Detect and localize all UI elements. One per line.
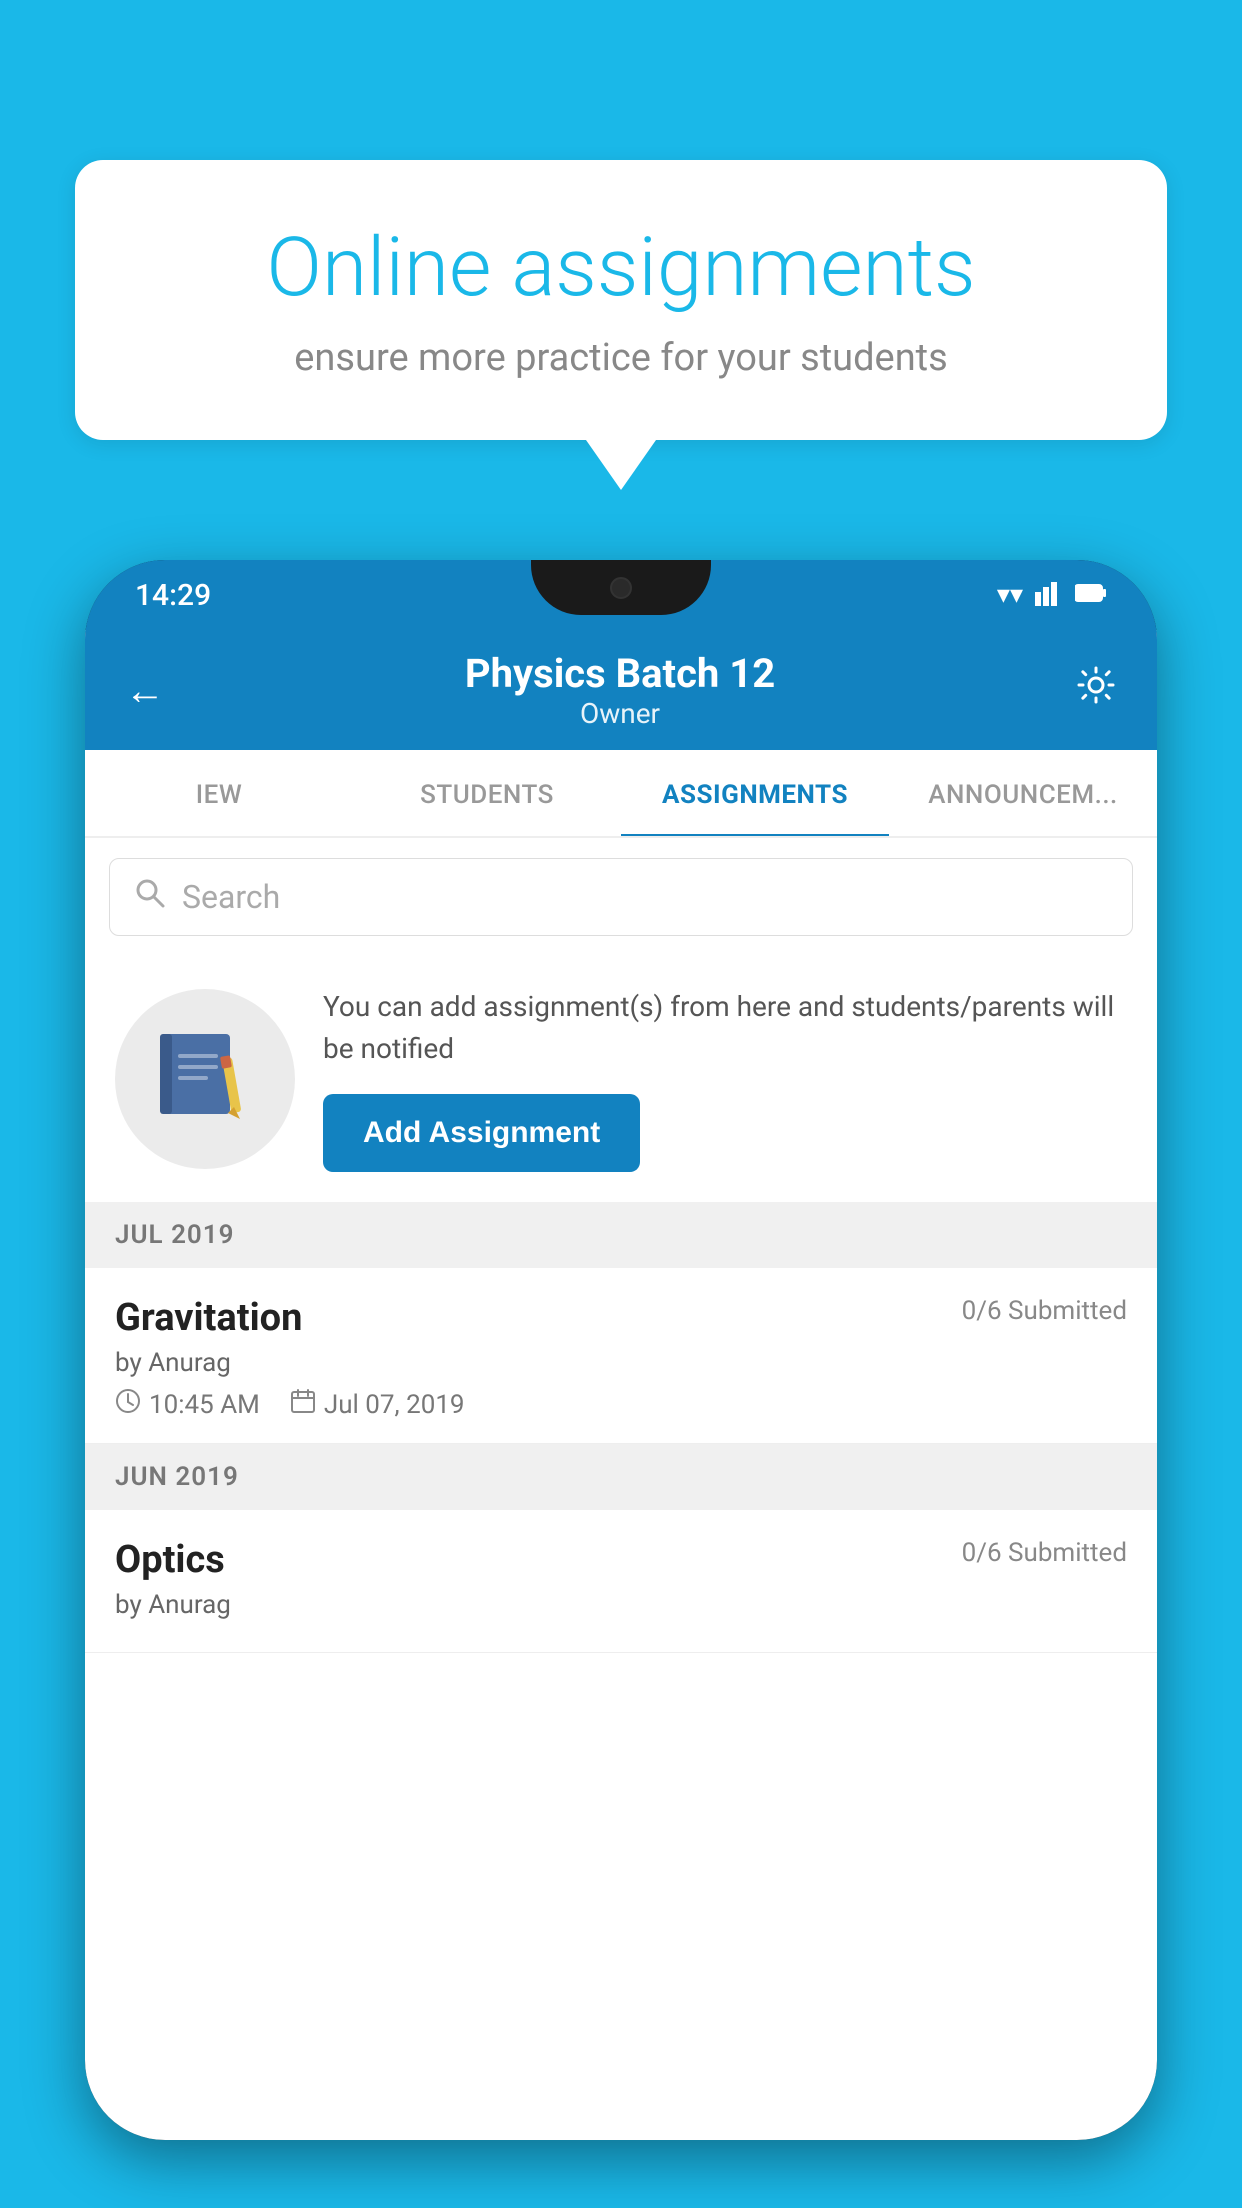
assignment-gravitation[interactable]: Gravitation 0/6 Submitted by Anurag bbox=[85, 1268, 1157, 1444]
status-bar: 14:29 ▾▾ bbox=[85, 560, 1157, 630]
section-jun-2019: JUN 2019 bbox=[85, 1444, 1157, 1510]
assignment-gravitation-date: Jul 07, 2019 bbox=[290, 1388, 465, 1421]
assignment-optics-header: Optics 0/6 Submitted bbox=[115, 1538, 1127, 1582]
bubble-tail bbox=[586, 440, 656, 490]
bubble-title: Online assignments bbox=[155, 220, 1087, 316]
status-time: 14:29 bbox=[135, 578, 211, 613]
tab-iew[interactable]: IEW bbox=[85, 750, 353, 836]
assignment-optics-submitted: 0/6 Submitted bbox=[962, 1538, 1127, 1568]
tab-announcements[interactable]: ANNOUNCEM... bbox=[889, 750, 1157, 836]
signal-icon bbox=[1035, 578, 1063, 613]
section-jul-2019: JUL 2019 bbox=[85, 1202, 1157, 1268]
assignment-gravitation-time: 10:45 AM bbox=[115, 1388, 260, 1421]
wifi-icon: ▾▾ bbox=[997, 580, 1023, 610]
phone-notch bbox=[531, 560, 711, 615]
gravitation-time-value: 10:45 AM bbox=[149, 1390, 260, 1420]
search-container: Search bbox=[85, 838, 1157, 956]
promo-card: You can add assignment(s) from here and … bbox=[85, 956, 1157, 1202]
assignment-optics-author: by Anurag bbox=[115, 1590, 1127, 1620]
assignment-gravitation-title: Gravitation bbox=[115, 1296, 302, 1340]
clock-icon bbox=[115, 1388, 141, 1421]
add-assignment-button[interactable]: Add Assignment bbox=[323, 1094, 640, 1172]
promo-bubble: Online assignments ensure more practice … bbox=[75, 160, 1167, 490]
settings-button[interactable] bbox=[1075, 664, 1117, 716]
front-camera bbox=[610, 577, 632, 599]
header-title: Physics Batch 12 bbox=[165, 650, 1075, 697]
assignment-gravitation-author: by Anurag bbox=[115, 1348, 1127, 1378]
search-placeholder-text: Search bbox=[182, 878, 280, 916]
tab-assignments[interactable]: ASSIGNMENTS bbox=[621, 750, 889, 836]
section-label-jul: JUL 2019 bbox=[115, 1220, 235, 1250]
header-title-wrap: Physics Batch 12 Owner bbox=[165, 650, 1075, 730]
status-icons: ▾▾ bbox=[997, 578, 1107, 613]
promo-text: You can add assignment(s) from here and … bbox=[323, 986, 1127, 1172]
calendar-icon bbox=[290, 1388, 316, 1421]
bubble-subtitle: ensure more practice for your students bbox=[155, 336, 1087, 380]
assignment-gravitation-submitted: 0/6 Submitted bbox=[962, 1296, 1127, 1326]
assignment-gravitation-meta: 10:45 AM Jul 07, 2019 bbox=[115, 1388, 1127, 1421]
back-button[interactable]: ← bbox=[125, 667, 165, 714]
promo-icon bbox=[115, 989, 295, 1169]
promo-description: You can add assignment(s) from here and … bbox=[323, 986, 1127, 1070]
section-label-jun: JUN 2019 bbox=[115, 1462, 239, 1492]
search-icon bbox=[134, 877, 166, 917]
phone-screen: ← Physics Batch 12 Owner IEW bbox=[85, 630, 1157, 2140]
phone-frame: 14:29 ▾▾ bbox=[85, 560, 1157, 2140]
assignment-optics[interactable]: Optics 0/6 Submitted by Anurag bbox=[85, 1510, 1157, 1653]
battery-icon bbox=[1075, 580, 1107, 610]
tab-students[interactable]: STUDENTS bbox=[353, 750, 621, 836]
bubble-card: Online assignments ensure more practice … bbox=[75, 160, 1167, 440]
header-subtitle: Owner bbox=[165, 697, 1075, 730]
assignment-optics-title: Optics bbox=[115, 1538, 225, 1582]
app-header: ← Physics Batch 12 Owner bbox=[85, 630, 1157, 750]
search-bar[interactable]: Search bbox=[109, 858, 1133, 936]
gravitation-date-value: Jul 07, 2019 bbox=[324, 1390, 465, 1420]
phone-wrapper: 14:29 ▾▾ bbox=[85, 560, 1157, 2208]
tabs-bar: IEW STUDENTS ASSIGNMENTS ANNOUNCEM... bbox=[85, 750, 1157, 838]
assignment-gravitation-header: Gravitation 0/6 Submitted bbox=[115, 1296, 1127, 1340]
